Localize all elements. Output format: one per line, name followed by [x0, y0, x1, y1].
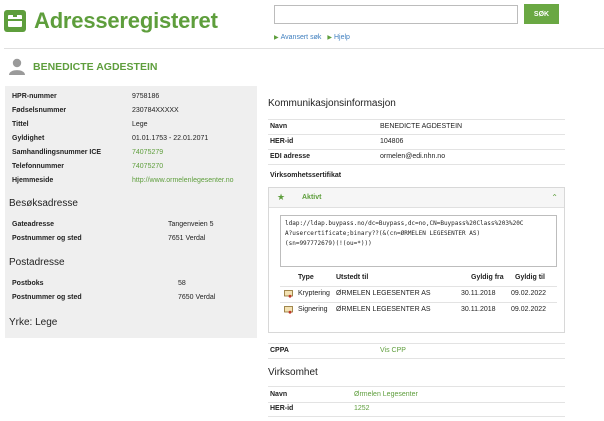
certificate-panel: ★ Aktivt ⌃ ldap://ldap.buypass.no/dc=Buy… [268, 187, 565, 333]
header-divider [4, 48, 604, 49]
divider [268, 164, 565, 165]
table-row[interactable]: Kryptering ØRMELEN LEGESENTER AS 30.11.2… [280, 286, 557, 300]
certificate-status: Aktivt [302, 194, 322, 201]
search-button[interactable]: SØK [524, 4, 559, 24]
ice-number-link[interactable]: 74075279 [132, 149, 163, 156]
table-row[interactable]: Signering ØRMELEN LEGESENTER AS 30.11.20… [280, 302, 557, 316]
occupation-label: Yrke: Lege [9, 317, 58, 328]
advanced-search-link[interactable]: ▶ Avansert søk [274, 34, 321, 41]
certificate-icon [284, 290, 293, 298]
organization-heading: Virksomhet [268, 367, 318, 378]
person-details-panel: HPR-nummer 9758186 Fødselsnummer 230784XXX… [5, 86, 257, 338]
divider [268, 134, 565, 135]
person-name: BENEDICTE AGDESTEIN [33, 60, 158, 73]
col-valid-to: Gyldig til [515, 274, 545, 281]
search-links: ▶ Avansert søk ▶ Hjelp [274, 34, 350, 41]
visiting-address-heading: Besøksadresse [9, 198, 78, 209]
col-type: Type [298, 274, 314, 281]
col-issued-to: Utstedt til [336, 274, 369, 281]
show-cpp-link[interactable]: Vis CPP [380, 347, 406, 354]
certificate-icon [284, 306, 293, 314]
divider [268, 149, 565, 150]
help-link[interactable]: ▶ Hjelp [327, 34, 350, 41]
divider [268, 119, 565, 120]
ldap-url-field[interactable]: ldap://ldap.buypass.no/dc=Buypass,dc=no,… [280, 215, 557, 267]
search-input[interactable] [274, 5, 518, 24]
divider [268, 386, 565, 387]
address-book-icon [4, 10, 26, 32]
person-header: BENEDICTE AGDESTEIN [9, 58, 157, 75]
postal-address-heading: Postadresse [9, 257, 65, 268]
divider [268, 402, 565, 403]
chevron-right-icon: ▶ [327, 35, 332, 41]
app-logo[interactable]: Adresseregisteret [4, 8, 218, 34]
homepage-link[interactable]: http://www.ormelenlegesenter.no [132, 177, 234, 184]
star-icon: ★ [277, 192, 286, 202]
organization-name-link[interactable]: Ørmelen Legesenter [354, 391, 418, 398]
app-title: Adresseregisteret [34, 8, 218, 33]
phone-link[interactable]: 74075270 [132, 163, 163, 170]
chevron-up-icon: ⌃ [551, 193, 558, 202]
certificate-toggle[interactable]: ★ Aktivt ⌃ [269, 188, 564, 208]
organization-her-id-link[interactable]: 1252 [354, 405, 370, 412]
certificate-heading: Virksomhetssertifikat [270, 172, 342, 179]
divider [268, 343, 565, 344]
divider [268, 416, 565, 417]
person-icon [9, 58, 25, 75]
communication-heading: Kommunikasjonsinformasjon [268, 98, 396, 109]
chevron-right-icon: ▶ [274, 35, 279, 41]
col-valid-from: Gyldig fra [471, 274, 504, 281]
divider [268, 358, 565, 359]
